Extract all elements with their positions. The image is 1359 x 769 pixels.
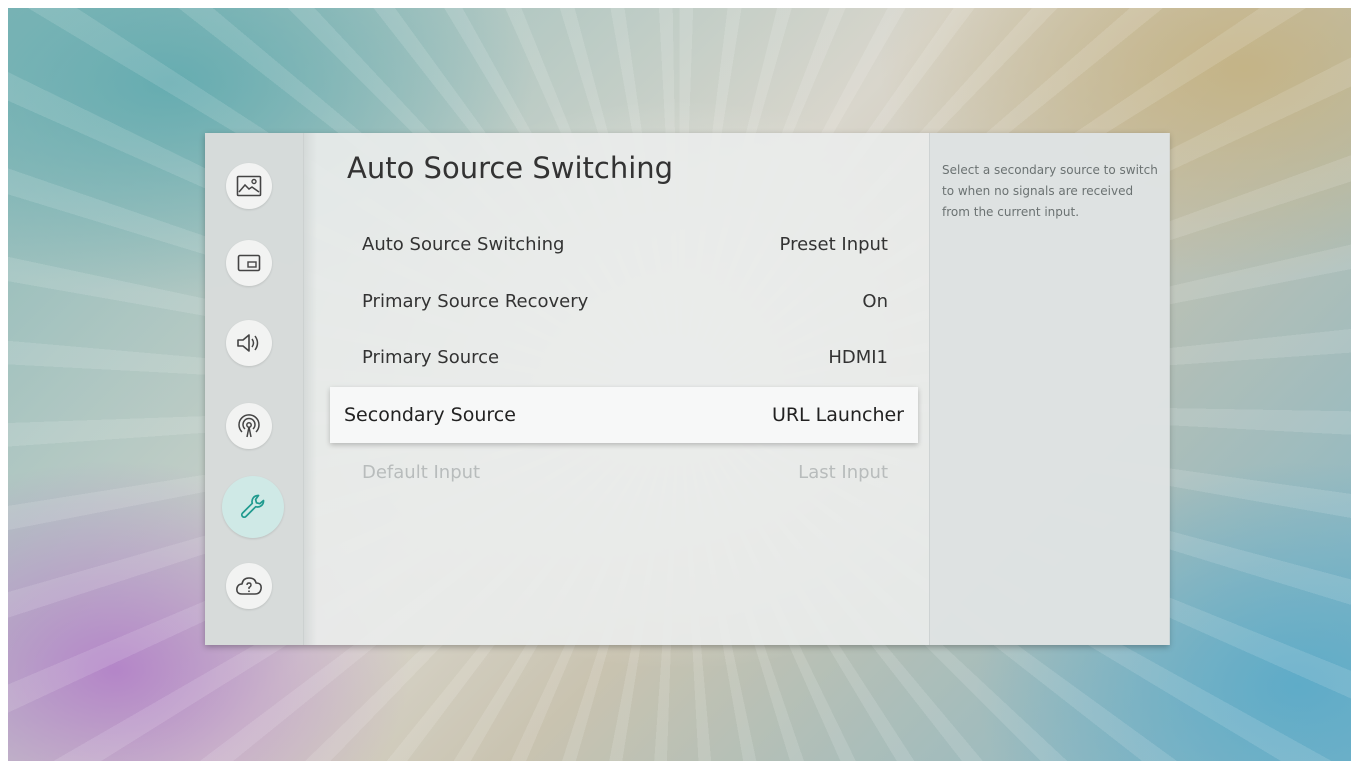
settings-sidebar xyxy=(205,133,317,645)
wrench-icon xyxy=(241,494,265,518)
help-pane: Select a secondary source to switch to w… xyxy=(929,133,1170,645)
menu-item-primary-source[interactable]: Primary Source HDMI1 xyxy=(362,337,888,377)
sidebar-item-system[interactable] xyxy=(222,476,284,538)
menu-item-secondary-source[interactable]: Secondary Source URL Launcher xyxy=(330,387,918,443)
settings-panel: Auto Source Switching Auto Source Switch… xyxy=(205,133,1170,645)
menu-item-value: Preset Input xyxy=(779,233,888,255)
sidebar-item-picture[interactable] xyxy=(226,163,272,209)
picture-in-picture-icon xyxy=(237,254,261,272)
sidebar-item-pip[interactable] xyxy=(226,240,272,286)
sidebar-shade xyxy=(303,133,317,645)
menu-item-label: Auto Source Switching xyxy=(362,233,565,255)
menu-item-default-input: Default Input Last Input xyxy=(362,452,888,492)
menu-item-label: Secondary Source xyxy=(344,404,516,426)
menu-item-value: On xyxy=(862,290,888,312)
picture-icon xyxy=(236,175,262,197)
menu-item-label: Primary Source xyxy=(362,346,500,368)
menu-item-value: Last Input xyxy=(798,461,888,483)
menu-item-value: HDMI1 xyxy=(828,346,888,368)
menu-item-value: URL Launcher xyxy=(771,404,904,426)
menu-item-label: Default Input xyxy=(362,461,481,483)
page-title: Auto Source Switching xyxy=(347,151,674,185)
sidebar-item-network[interactable] xyxy=(226,403,272,449)
help-text: Select a secondary source to switch to w… xyxy=(942,163,1158,219)
network-icon xyxy=(238,414,260,438)
menu-item-auto-source-switching[interactable]: Auto Source Switching Preset Input xyxy=(362,224,888,264)
sidebar-item-support[interactable] xyxy=(226,563,272,609)
sidebar-item-sound[interactable] xyxy=(226,320,272,366)
menu-item-primary-source-recovery[interactable]: Primary Source Recovery On xyxy=(362,281,888,321)
sound-icon xyxy=(237,334,259,352)
menu-item-label: Primary Source Recovery xyxy=(362,290,589,312)
screen: Auto Source Switching Auto Source Switch… xyxy=(0,0,1359,769)
support-icon xyxy=(236,577,262,595)
